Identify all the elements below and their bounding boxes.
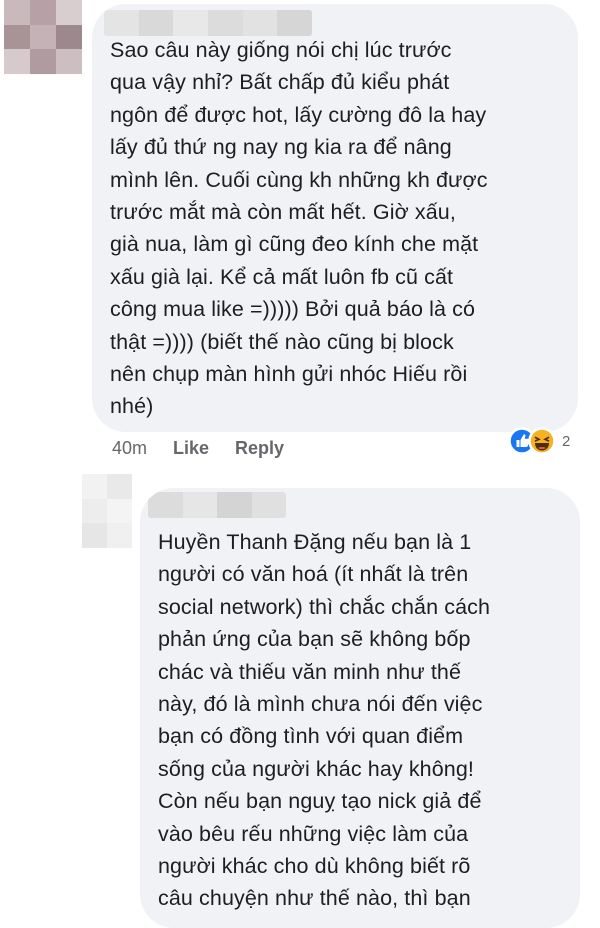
comment-bubble: Sao câu này giống nói chị lúc trước qua …: [92, 4, 578, 432]
avatar-pixel: [107, 474, 132, 499]
like-button[interactable]: Like: [173, 438, 209, 459]
avatar-pixel: [107, 498, 132, 524]
avatar-pixel: [30, 0, 56, 25]
avatar-pixel: [82, 498, 107, 524]
reaction-summary[interactable]: 2: [508, 427, 570, 455]
avatar-pixel: [56, 0, 82, 25]
avatar-pixel: [56, 49, 82, 74]
reaction-icons: [508, 427, 556, 455]
comment-actions: 40m Like Reply: [112, 434, 284, 462]
avatar-pixel: [4, 49, 30, 74]
commenter-name-pixelated[interactable]: [104, 10, 312, 36]
avatar-pixel: [30, 24, 56, 50]
reply-button[interactable]: Reply: [235, 438, 284, 459]
avatar-pixel: [107, 523, 132, 548]
reply-text: Huyền Thanh Đặng nếu bạn là 1 người có v…: [158, 530, 491, 911]
avatar-pixel: [4, 24, 30, 50]
comment-text: Sao câu này giống nói chị lúc trước qua …: [110, 38, 488, 419]
avatar-pixel: [56, 24, 82, 50]
comment-timestamp[interactable]: 40m: [112, 438, 147, 459]
reaction-count: 2: [562, 432, 571, 450]
avatar-pixel: [4, 0, 30, 25]
reply-commenter-name-pixelated[interactable]: [148, 492, 286, 518]
haha-reaction-icon: [528, 427, 556, 455]
commenter-avatar[interactable]: [4, 0, 82, 74]
avatar-pixel: [82, 523, 107, 548]
avatar-pixel: [82, 474, 107, 499]
avatar-pixel: [30, 49, 56, 74]
reply-commenter-avatar[interactable]: [82, 474, 132, 548]
reply-bubble: Huyền Thanh Đặng nếu bạn là 1 người có v…: [140, 488, 580, 928]
